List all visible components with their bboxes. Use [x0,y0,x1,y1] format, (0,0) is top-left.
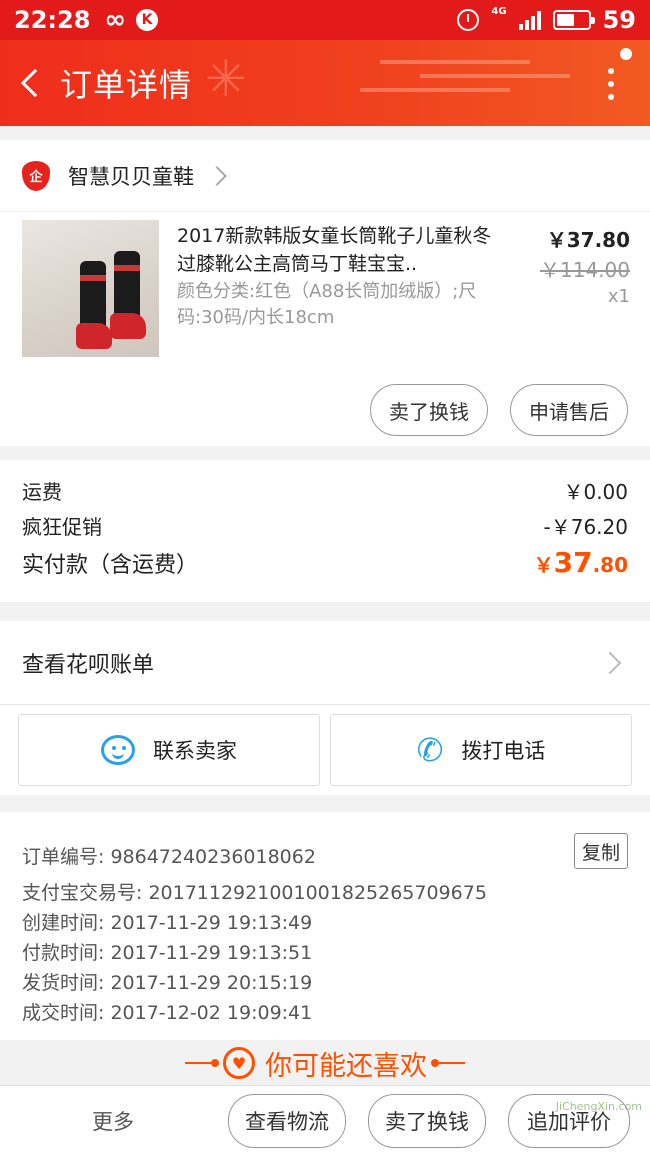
product-row[interactable]: 2017新款韩版女童长筒靴子儿童秋冬过膝靴公主高筒马丁鞋宝宝.. 颜色分类:红色… [0,212,650,362]
boot-graphic [110,251,146,339]
chevron-left-icon [20,68,50,98]
resell-button-bottom[interactable]: 卖了换钱 [368,1094,486,1148]
created-time: 创建时间: 2017-11-29 19:13:49 [22,912,313,934]
alarm-icon [457,9,480,31]
cloud-decoration [380,60,530,64]
product-price: ￥37.80 [546,228,630,252]
recommend-header: ♥ 你可能还喜欢 [0,1040,650,1086]
firework-decoration: ✳ [205,50,247,108]
page-title: 订单详情 [60,66,193,104]
contact-section: 联系卖家 ✆ 拨打电话 [0,705,650,795]
contact-seller-label: 联系卖家 [153,739,237,763]
alipay-trade-number: 支付宝交易号: 2017112921001001825265709675 [22,882,487,904]
paid-time: 付款时间: 2017-11-29 19:13:51 [22,942,313,964]
paid-amount: ￥37.80 [533,546,628,579]
copy-button[interactable]: 复制 [574,833,628,869]
product-original-price: ￥114.00 [540,258,630,282]
recommend-title: 你可能还喜欢 [265,1050,427,1082]
call-label: 拨打电话 [461,739,546,763]
resell-button[interactable]: 卖了换钱 [370,384,488,436]
product-quantity: x1 [607,286,630,307]
back-button[interactable] [0,40,60,126]
huabei-bill-row[interactable]: 查看花呗账单 [0,621,650,705]
heart-icon: ♥ [223,1047,255,1079]
more-menu-icon[interactable] [608,68,614,100]
phone-icon: ✆ [416,731,444,769]
huabei-label: 查看花呗账单 [22,652,155,678]
call-button[interactable]: ✆ 拨打电话 [330,714,632,786]
product-title: 2017新款韩版女童长筒靴子儿童秋冬过膝靴公主高筒马丁鞋宝宝.. [177,225,492,275]
more-button[interactable]: 更多 [92,1106,134,1136]
shipping-value: ￥0.00 [563,480,628,504]
chat-icon [101,735,135,765]
divider-right [431,1059,465,1067]
shop-row[interactable]: 企 智慧贝贝童鞋 [0,140,650,212]
status-time: 22:28 [14,6,91,34]
completed-time: 成交时间: 2017-12-02 19:09:41 [22,1002,313,1024]
divider-left [185,1059,219,1067]
signal-icon [518,10,541,30]
infinity-icon: ∞ [104,5,127,35]
shipping-row: 运费 ￥0.00 [22,476,628,505]
shipping-label: 运费 [22,480,62,504]
nav-bar: ✳ 订单详情 [0,40,650,126]
chevron-right-icon [207,165,227,186]
promo-value: -￥76.20 [543,515,628,539]
promo-label: 疯狂促销 [22,515,102,539]
watermark: JiChengXin.com [555,1100,642,1113]
paid-row: 实付款（含运费） ￥37.80 [22,546,628,579]
shipped-time: 发货时间: 2017-11-29 20:15:19 [22,972,313,994]
product-spec: 颜色分类:红色（A88长筒加绒版）;尺码:30码/内长18cm [177,281,477,328]
fee-summary: 运费 ￥0.00 疯狂促销 -￥76.20 实付款（含运费） ￥37.80 [0,460,650,602]
item-actions: 卖了换钱 申请售后 [370,384,628,436]
chevron-right-icon [598,651,622,674]
view-logistics-button[interactable]: 查看物流 [228,1094,346,1148]
battery-icon [552,10,595,30]
battery-percent: 59 [602,6,636,34]
status-bar: 22:28 ∞ K 4G 59 [0,0,650,40]
status-right: 4G 59 [457,6,636,34]
shop-badge-icon: 企 [22,160,50,191]
paid-label: 实付款（含运费） [22,552,199,578]
promo-row: 疯狂促销 -￥76.20 [22,511,628,540]
product-image[interactable] [22,220,159,357]
k-app-icon: K [136,9,159,31]
shop-name: 智慧贝贝童鞋 [68,164,194,189]
order-number: 订单编号: 98647240236018062 [22,846,316,868]
network-type: 4G [491,6,507,17]
order-item-card: 企 智慧贝贝童鞋 2017新款韩版女童长筒靴子儿童秋冬过膝靴公主高筒马丁鞋宝宝.… [0,140,650,446]
bottom-action-bar: 更多 查看物流 卖了换钱 追加评价 [0,1085,650,1155]
contact-seller-button[interactable]: 联系卖家 [18,714,320,786]
boot-graphic [76,261,112,349]
order-info: 订单编号: 98647240236018062 复制 支付宝交易号: 20171… [0,812,650,1040]
notification-dot [620,48,632,60]
after-sales-button[interactable]: 申请售后 [510,384,628,436]
